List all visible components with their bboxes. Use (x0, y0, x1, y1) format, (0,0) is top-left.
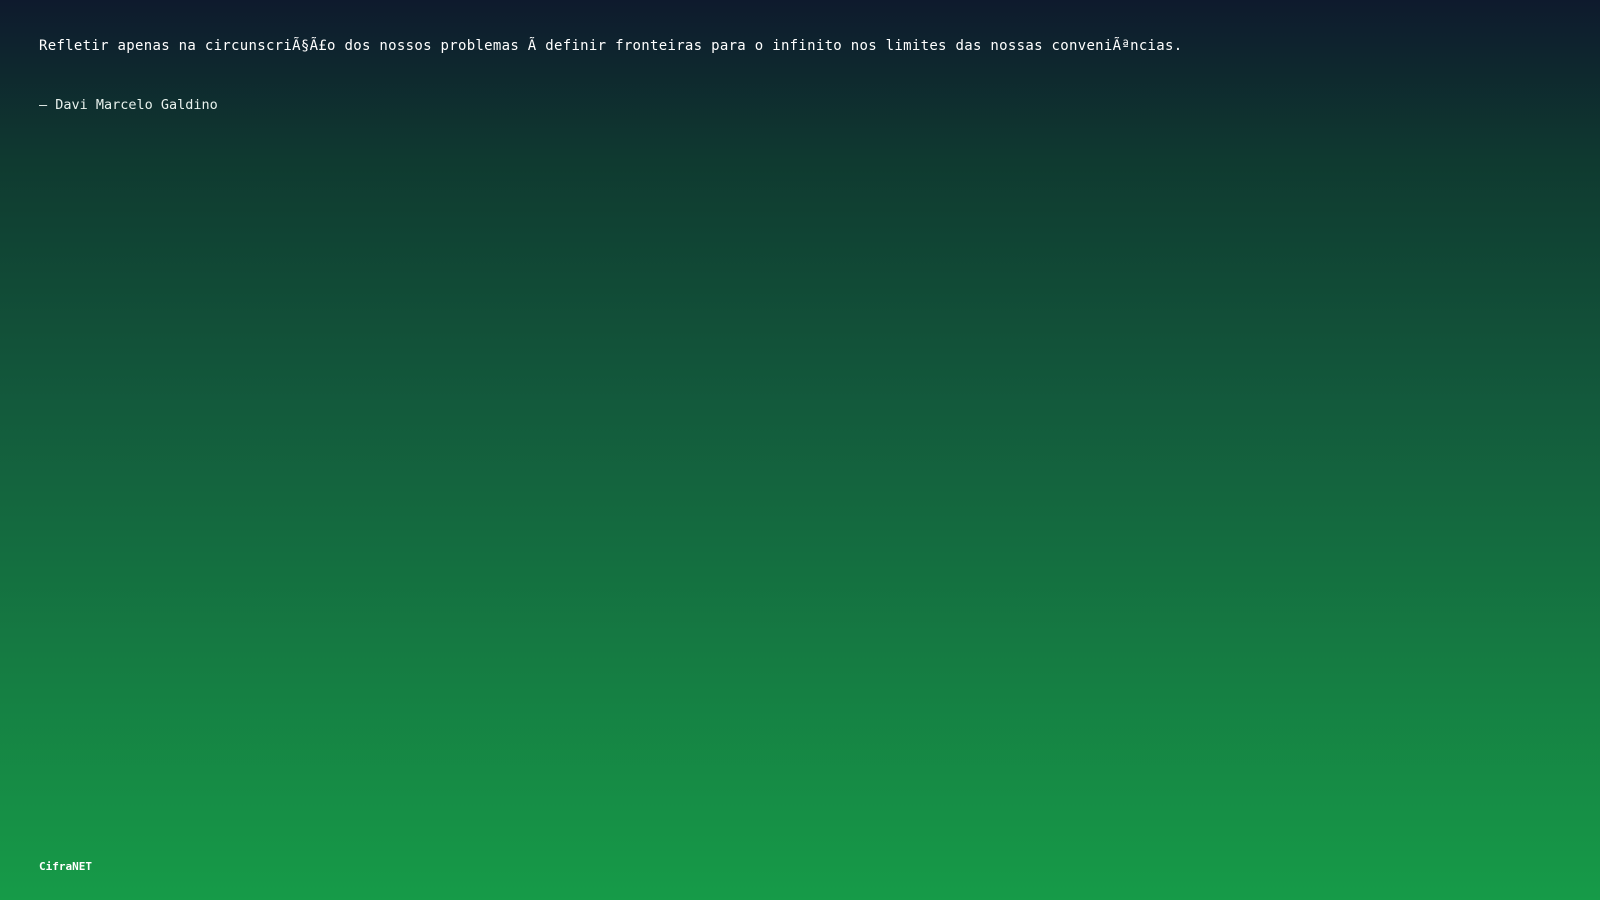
quote-text: Refletir apenas na circunscriÃ§Ã£o dos n… (39, 38, 1183, 54)
quote-author: – Davi Marcelo Galdino (39, 97, 218, 113)
quote-block: Refletir apenas na circunscriÃ§Ã£o dos n… (39, 36, 1561, 115)
brand-label: CifraNET (39, 860, 92, 873)
